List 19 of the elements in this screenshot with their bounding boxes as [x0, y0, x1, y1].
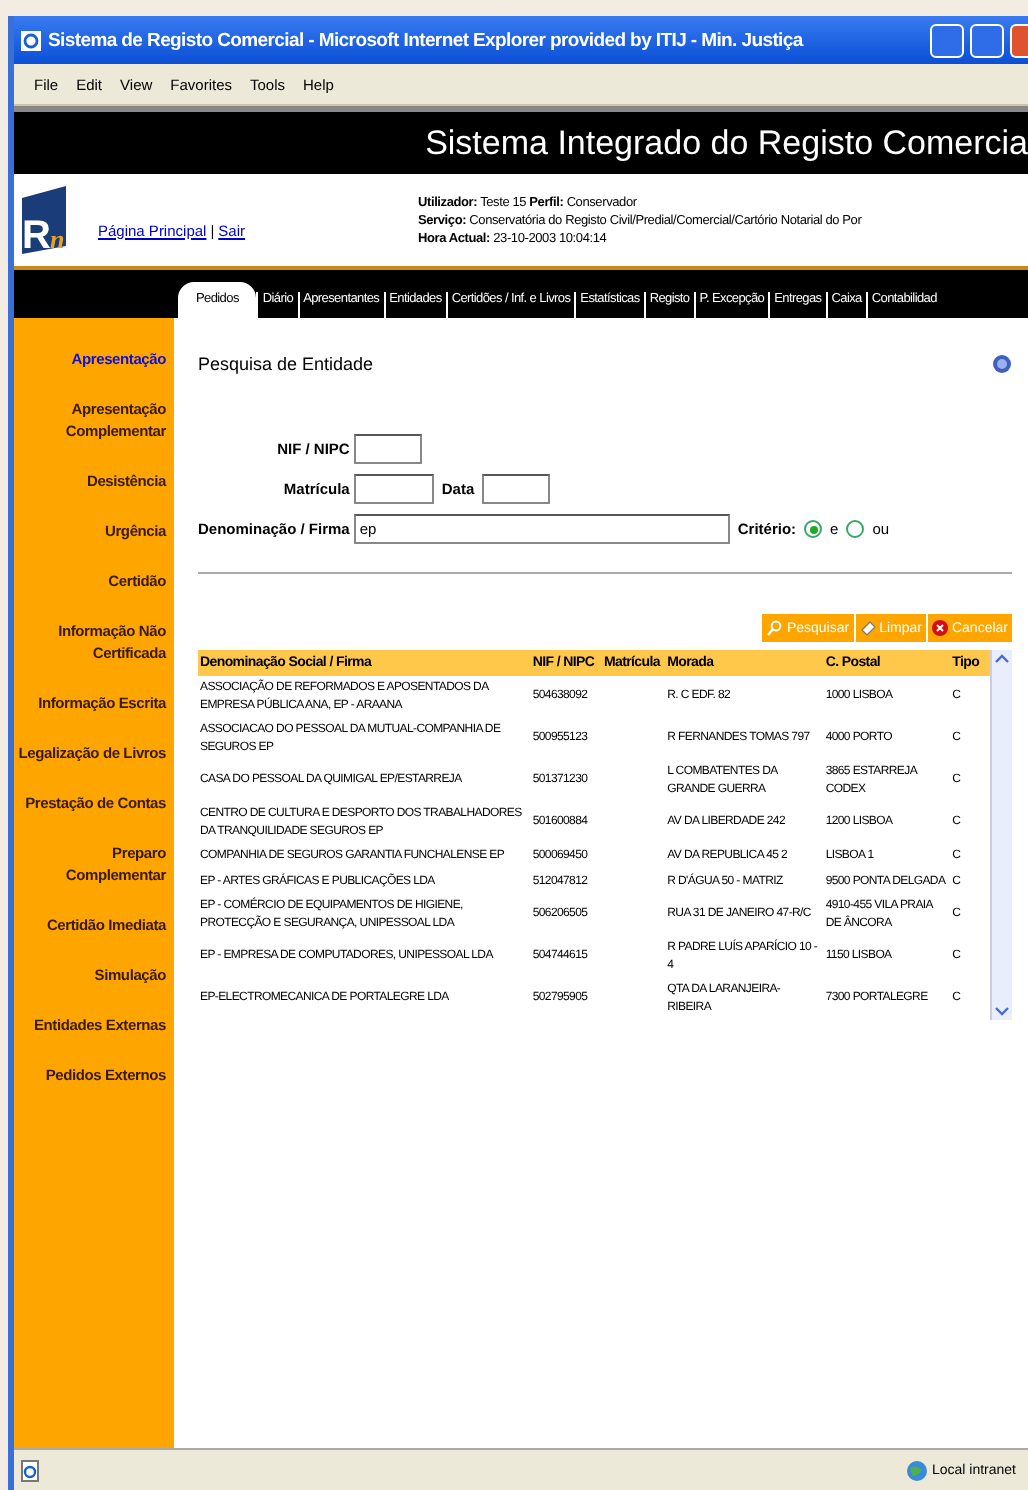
- close-icon: [931, 620, 948, 636]
- scrollbar[interactable]: [990, 650, 1012, 1020]
- browser-icon: [20, 29, 42, 51]
- maximize-button[interactable]: [970, 23, 1004, 57]
- radio-button[interactable]: [804, 520, 823, 538]
- help-icon[interactable]: [992, 354, 1012, 374]
- globe-icon: [905, 1459, 928, 1481]
- date-field[interactable]: [482, 474, 551, 504]
- system-title: Sistema Integrado do Registo Comercia: [425, 123, 1028, 163]
- form-title: Pesquisa de Entidade: [198, 354, 374, 374]
- minimize-button[interactable]: [930, 23, 964, 57]
- eraser-icon: [859, 620, 876, 636]
- radio-button[interactable]: [846, 520, 865, 538]
- matricula-field[interactable]: [353, 474, 434, 504]
- window-title: Sistema de Registo Comercial - Microsoft Internet Explorer provided by ITIJ - Min. Justiça: [48, 29, 806, 51]
- magnifier-icon: [766, 620, 783, 636]
- close-button[interactable]: [1010, 23, 1028, 57]
- page-icon: [20, 1459, 42, 1481]
- nif-field[interactable]: [353, 434, 422, 464]
